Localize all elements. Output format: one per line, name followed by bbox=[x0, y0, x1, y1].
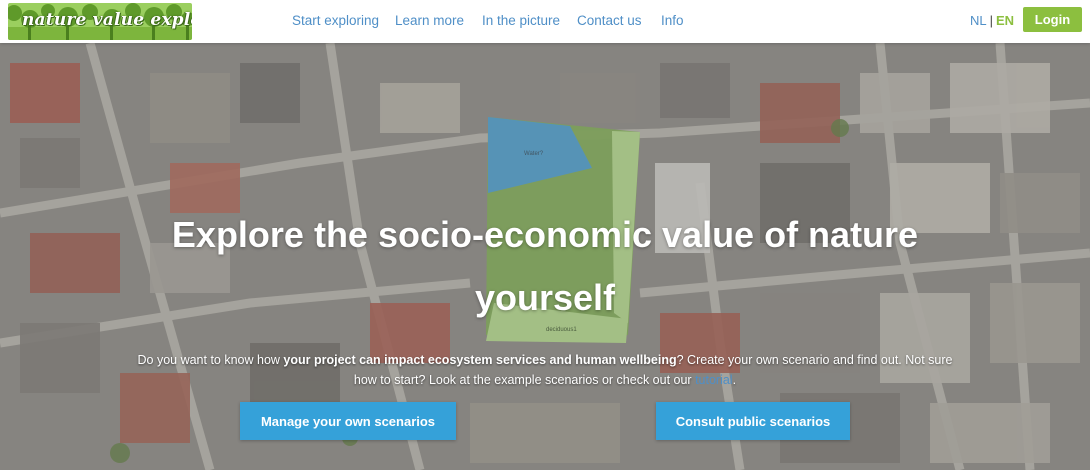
intro-text-part1: Do you want to know how bbox=[137, 353, 284, 367]
nav-link-learn-more[interactable]: Learn more bbox=[395, 13, 464, 28]
language-nl-link[interactable]: NL bbox=[970, 13, 987, 28]
logo-text: nature value explorer bbox=[22, 10, 192, 30]
intro-text-end: . bbox=[732, 373, 737, 387]
intro-text-bold: your project can impact ecosystem servic… bbox=[283, 353, 677, 367]
nav-link-in-the-picture[interactable]: In the picture bbox=[482, 13, 560, 28]
language-switcher: NL | EN bbox=[970, 13, 1014, 28]
hero-section: Water? deciduous1 Explore the socio-econ… bbox=[0, 43, 1090, 470]
hero-headline: Explore the socio-economic value of natu… bbox=[171, 214, 919, 318]
nav-link-contact-us[interactable]: Contact us bbox=[577, 13, 642, 28]
language-separator: | bbox=[989, 13, 994, 28]
nav-link-info[interactable]: Info bbox=[661, 13, 684, 28]
top-navigation-bar: nature value explorer Start exploring Le… bbox=[0, 0, 1090, 43]
tutorial-link[interactable]: tutorial bbox=[695, 373, 733, 387]
hero-intro-text: Do you want to know how your project can… bbox=[135, 350, 955, 390]
nav-link-start-exploring[interactable]: Start exploring bbox=[292, 13, 379, 28]
consult-public-scenarios-button[interactable]: Consult public scenarios bbox=[656, 402, 850, 440]
login-button[interactable]: Login bbox=[1023, 7, 1082, 32]
language-en-link[interactable]: EN bbox=[996, 13, 1014, 28]
nature-value-explorer-logo[interactable]: nature value explorer bbox=[8, 3, 192, 40]
manage-scenarios-button[interactable]: Manage your own scenarios bbox=[240, 402, 456, 440]
